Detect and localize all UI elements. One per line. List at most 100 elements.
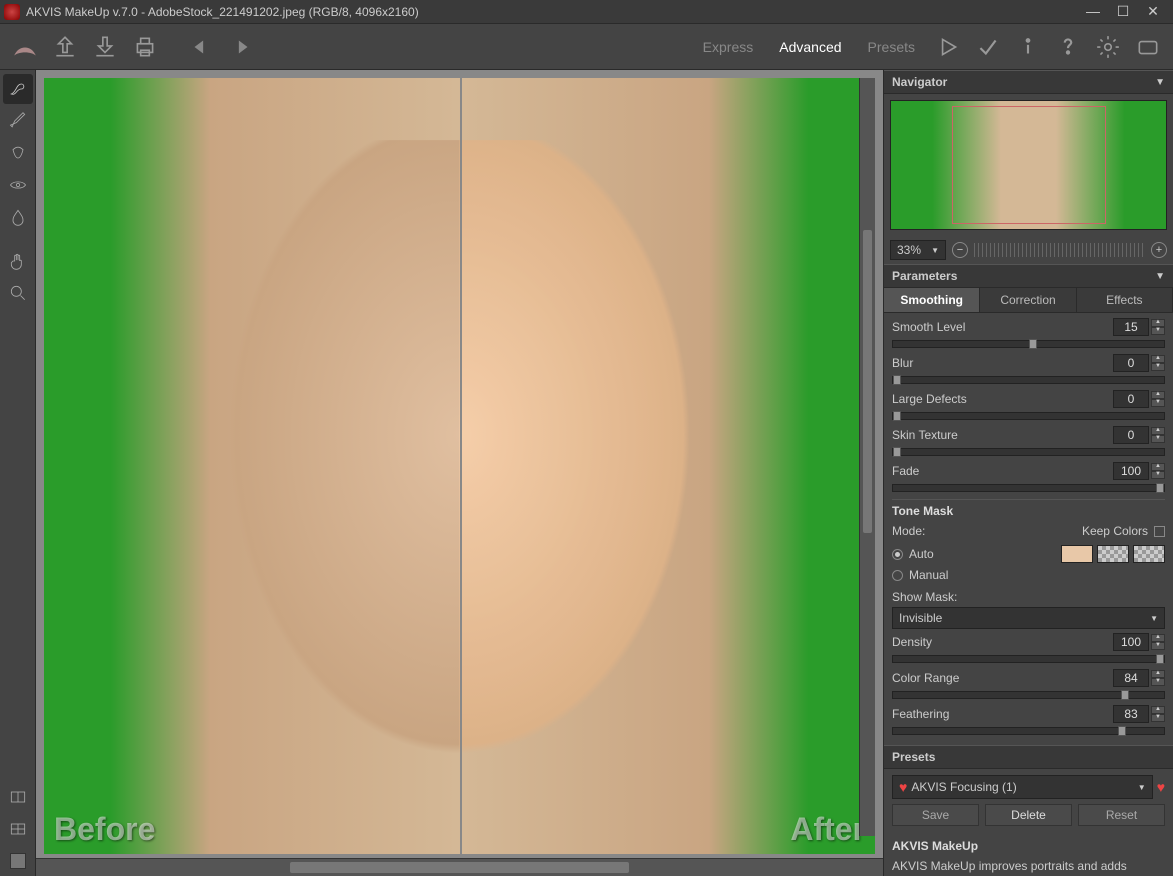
run-button[interactable] (931, 30, 965, 64)
blur-label: Blur (892, 356, 1113, 370)
canvas-hscroll[interactable] (36, 858, 883, 876)
mode-advanced[interactable]: Advanced (769, 35, 851, 59)
tone-mask-title: Tone Mask (892, 499, 1165, 518)
presets-header[interactable]: Presets (884, 745, 1173, 769)
large-defects-spinner[interactable]: ▲▼ (1151, 391, 1165, 407)
tool-zoom[interactable] (3, 278, 33, 308)
preset-reset-button[interactable]: Reset (1078, 804, 1165, 826)
tool-hand[interactable] (3, 246, 33, 276)
top-toolbar: Express Advanced Presets (0, 24, 1173, 70)
zoom-in-button[interactable]: + (1151, 242, 1167, 258)
tool-brush[interactable] (3, 106, 33, 136)
density-spinner[interactable]: ▲▼ (1151, 634, 1165, 650)
large-defects-slider[interactable] (892, 412, 1165, 420)
notify-button[interactable] (1131, 30, 1165, 64)
color-range-value[interactable]: 84 (1113, 669, 1149, 687)
zoom-out-button[interactable]: − (952, 242, 968, 258)
save-file-button[interactable] (88, 30, 122, 64)
tool-drop[interactable] (3, 202, 33, 232)
mode-label: Mode: (892, 524, 1082, 538)
density-value[interactable]: 100 (1113, 633, 1149, 651)
density-slider[interactable] (892, 655, 1165, 663)
info-panel: AKVIS MakeUp AKVIS MakeUp improves portr… (884, 832, 1173, 876)
parameters-header[interactable]: Parameters ▼ (884, 264, 1173, 288)
mode-express[interactable]: Express (693, 35, 764, 59)
color-range-spinner[interactable]: ▲▼ (1151, 670, 1165, 686)
preset-save-button[interactable]: Save (892, 804, 979, 826)
show-mask-dropdown[interactable]: Invisible▼ (892, 607, 1165, 629)
tab-smoothing[interactable]: Smoothing (884, 288, 980, 312)
apply-button[interactable] (971, 30, 1005, 64)
heart-icon: ♥ (899, 779, 907, 795)
canvas-vscroll[interactable] (859, 78, 875, 836)
skin-texture-slider[interactable] (892, 448, 1165, 456)
split-divider[interactable] (460, 78, 462, 854)
navigator-header[interactable]: Navigator ▼ (884, 70, 1173, 94)
settings-button[interactable] (1091, 30, 1125, 64)
large-defects-value[interactable]: 0 (1113, 390, 1149, 408)
tab-effects[interactable]: Effects (1077, 288, 1173, 312)
minimize-button[interactable]: ― (1085, 3, 1101, 20)
keep-colors-label: Keep Colors (1082, 524, 1148, 538)
color-range-label: Color Range (892, 671, 1113, 685)
blur-slider[interactable] (892, 376, 1165, 384)
feathering-slider[interactable] (892, 727, 1165, 735)
tool-eye[interactable] (3, 170, 33, 200)
swatch-skin[interactable] (1061, 545, 1093, 563)
maximize-button[interactable]: ☐ (1115, 3, 1131, 20)
info-button[interactable] (1011, 30, 1045, 64)
swatch-checker-1[interactable] (1097, 545, 1129, 563)
mode-manual-label: Manual (909, 568, 948, 582)
feathering-value[interactable]: 83 (1113, 705, 1149, 723)
zoom-slider[interactable] (974, 243, 1145, 257)
tool-view-single[interactable] (3, 782, 33, 812)
smooth-level-value[interactable]: 15 (1113, 318, 1149, 336)
smooth-level-spinner[interactable]: ▲▼ (1151, 319, 1165, 335)
navigator-thumb[interactable] (890, 100, 1167, 230)
blur-value[interactable]: 0 (1113, 354, 1149, 372)
close-button[interactable]: ✕ (1145, 3, 1161, 20)
preset-dropdown[interactable]: ♥ AKVIS Focusing (1) ▼ (892, 775, 1153, 799)
preset-selected: AKVIS Focusing (1) (911, 780, 1016, 794)
open-file-button[interactable] (48, 30, 82, 64)
blur-spinner[interactable]: ▲▼ (1151, 355, 1165, 371)
tool-color-swatch[interactable] (3, 846, 33, 876)
preset-delete-button[interactable]: Delete (985, 804, 1072, 826)
undo-button[interactable] (184, 30, 218, 64)
tab-correction[interactable]: Correction (980, 288, 1076, 312)
chevron-down-icon: ▼ (1155, 77, 1165, 88)
redo-button[interactable] (224, 30, 258, 64)
swatch-checker-2[interactable] (1133, 545, 1165, 563)
feathering-spinner[interactable]: ▲▼ (1151, 706, 1165, 722)
fade-spinner[interactable]: ▲▼ (1151, 463, 1165, 479)
help-button[interactable] (1051, 30, 1085, 64)
tool-teeth-whiten[interactable] (3, 138, 33, 168)
show-mask-value: Invisible (899, 611, 942, 625)
canvas[interactable]: Before After (36, 70, 883, 858)
titlebar: AKVIS MakeUp v.7.0 - AdobeStock_22149120… (0, 0, 1173, 24)
navigator-title: Navigator (892, 75, 947, 89)
mode-presets[interactable]: Presets (858, 35, 925, 59)
tool-view-split[interactable] (3, 814, 33, 844)
left-toolbar (0, 70, 36, 876)
app-icon (4, 4, 20, 20)
keep-colors-checkbox[interactable] (1154, 526, 1165, 537)
parameters-title: Parameters (892, 269, 957, 283)
favorite-button[interactable]: ♥ (1157, 779, 1165, 795)
mode-manual-radio[interactable] (892, 570, 903, 581)
navigator-viewport[interactable] (952, 106, 1106, 224)
tool-smudge[interactable] (3, 74, 33, 104)
print-button[interactable] (128, 30, 162, 64)
density-label: Density (892, 635, 1113, 649)
right-panel: Navigator ▼ 33%▼ − + Parameters ▼ Smooth… (883, 70, 1173, 876)
info-title: AKVIS MakeUp (892, 838, 1165, 854)
skin-texture-value[interactable]: 0 (1113, 426, 1149, 444)
zoom-dropdown[interactable]: 33%▼ (890, 240, 946, 260)
smooth-level-slider[interactable] (892, 340, 1165, 348)
skin-texture-spinner[interactable]: ▲▼ (1151, 427, 1165, 443)
mode-auto-radio[interactable] (892, 549, 903, 560)
fade-value[interactable]: 100 (1113, 462, 1149, 480)
color-range-slider[interactable] (892, 691, 1165, 699)
fade-slider[interactable] (892, 484, 1165, 492)
feathering-label: Feathering (892, 707, 1113, 721)
